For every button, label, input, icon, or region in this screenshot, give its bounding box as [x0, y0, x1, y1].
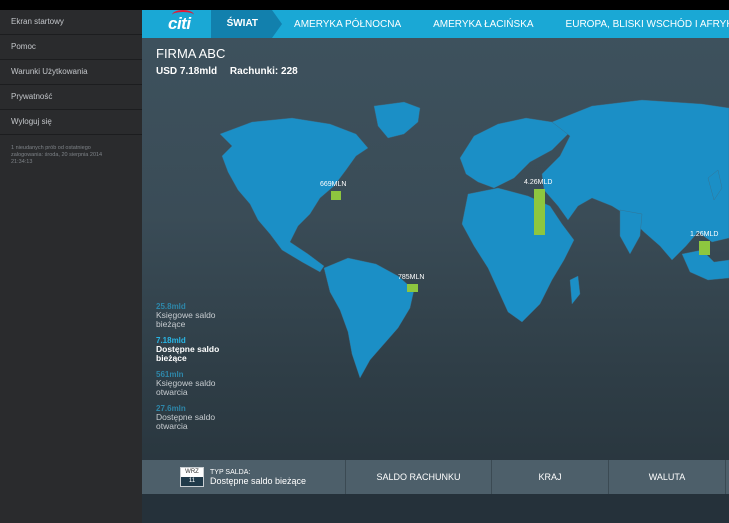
map-india [619, 209, 643, 255]
balance-type-value: Dostępne saldo bieżące [210, 475, 307, 486]
footer-area [142, 494, 729, 523]
login-info-line: 21:34:13 [11, 159, 33, 165]
main-panel: citi ŚWIAT AMERYKA PÓŁNOCNA AMERYKA ŁACI… [142, 10, 729, 523]
balance-legend: 25.8mld Księgowe saldo bieżące 7.18mld D… [156, 302, 246, 438]
login-info-line: 1 nieudanych prób od ostatniego [11, 145, 91, 151]
marker-bar-latin-america[interactable] [407, 284, 418, 292]
login-info-line: zalogowania: środa, 20 sierpnia 2014 [11, 152, 103, 158]
marker-label-asia: 1.26MLD [690, 231, 719, 238]
balance-type-title: TYP SALDA: [210, 468, 251, 476]
menu-item-home[interactable]: Ekran startowy [0, 10, 142, 35]
tab-latin-america[interactable]: AMERYKA ŁACIŃSKA [433, 19, 533, 30]
account-count: Rachunki: 228 [229, 66, 298, 77]
legend-label: Dostępne saldo otwarcia [156, 412, 216, 431]
side-menu: Ekran startowy Pomoc Warunki Użytkowania… [0, 10, 142, 523]
map-madagascar [569, 275, 581, 305]
total-balance: USD 7.18mld [156, 66, 218, 77]
calendar-icon: WRZ 11 [180, 467, 204, 487]
marker-label-north-america: 669MLN [320, 181, 347, 188]
legend-available-opening[interactable]: 27.6mln Dostępne saldo otwarcia [156, 404, 246, 431]
legend-ledger-opening[interactable]: 561mln Księgowe saldo otwarcia [156, 370, 246, 397]
company-summary: USD 7.18mld Rachunki: 228 [156, 66, 308, 77]
menu-item-privacy[interactable]: Prywatność [0, 85, 142, 110]
marker-label-latin-america: 785MLN [398, 274, 425, 281]
legend-label: Księgowe saldo otwarcia [156, 378, 216, 397]
top-nav: citi ŚWIAT AMERYKA PÓŁNOCNA AMERYKA ŁACI… [142, 10, 729, 38]
tab-world[interactable]: ŚWIAT [210, 10, 283, 38]
marker-label-emea: 4.26MLD [524, 179, 553, 186]
menu-item-terms[interactable]: Warunki Użytkowania [0, 60, 142, 85]
account-balance-button[interactable]: SALDO RACHUNKU [346, 460, 492, 494]
menu-item-logout[interactable]: Wyloguj się [0, 110, 142, 135]
legend-ledger-current[interactable]: 25.8mld Księgowe saldo bieżące [156, 302, 246, 329]
country-button[interactable]: KRAJ [492, 460, 609, 494]
legend-label: Dostępne saldo bieżące [156, 344, 220, 363]
marker-bar-emea[interactable] [534, 189, 545, 235]
login-info: 1 nieudanych prób od ostatniego zalogowa… [0, 135, 142, 176]
menu-item-help[interactable]: Pomoc [0, 35, 142, 60]
tab-emea[interactable]: EUROPA, BLISKI WSCHÓD I AFRYKA [566, 19, 729, 30]
calendar-month: WRZ [185, 469, 199, 475]
currency-button[interactable]: WALUTA [609, 460, 726, 494]
tab-north-america[interactable]: AMERYKA PÓŁNOCNA [294, 19, 401, 30]
legend-label: Księgowe saldo bieżące [156, 310, 216, 329]
legend-available-current[interactable]: 7.18mld Dostępne saldo bieżące [156, 336, 246, 363]
citi-logo: citi [168, 10, 194, 34]
marker-bar-north-america[interactable] [331, 191, 341, 200]
top-strip [0, 0, 729, 10]
map-north-america [219, 117, 369, 273]
balance-type-selector[interactable]: WRZ 11 TYP SALDA: Dostępne saldo bieżące [142, 460, 346, 494]
balance-type-text: TYP SALDA: Dostępne saldo bieżące [210, 469, 306, 486]
marker-bar-asia[interactable] [699, 241, 710, 255]
map-greenland [373, 101, 421, 139]
bottom-bar: WRZ 11 TYP SALDA: Dostępne saldo bieżące… [142, 460, 729, 494]
calendar-day: 11 [181, 477, 203, 486]
map-africa [461, 187, 575, 323]
company-name: FIRMA ABC [156, 46, 226, 61]
